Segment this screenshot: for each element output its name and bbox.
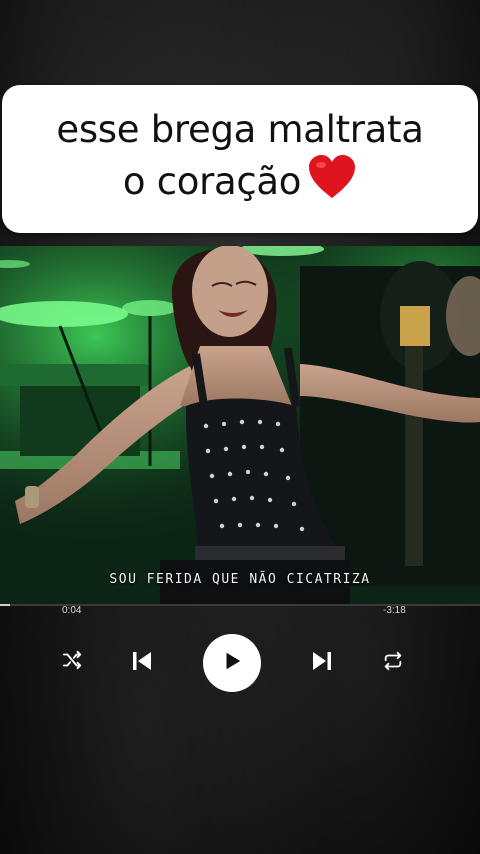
caption-line-2: o coração <box>122 160 302 203</box>
repeat-icon <box>382 650 404 676</box>
skip-next-icon <box>310 649 334 677</box>
player-controls <box>0 632 480 692</box>
caption-line-1: esse brega maltrata <box>56 108 424 151</box>
repeat-button[interactable] <box>380 650 406 676</box>
elapsed-time: 0:04 <box>62 605 82 616</box>
video-frame[interactable]: SOU FERIDA QUE NÃO CICATRIZA <box>0 246 480 604</box>
skip-previous-icon <box>130 649 154 677</box>
play-icon <box>221 650 243 676</box>
shuffle-button[interactable] <box>60 650 84 674</box>
next-button[interactable] <box>309 650 335 676</box>
lyric-subtitle: SOU FERIDA QUE NÃO CICATRIZA <box>109 572 371 587</box>
play-button[interactable] <box>203 634 261 692</box>
shuffle-icon <box>61 649 83 675</box>
caption-line-2-wrapper: o coração <box>123 154 357 212</box>
remaining-time: -3:18 <box>383 605 406 616</box>
previous-button[interactable] <box>129 650 155 676</box>
concert-scene-image <box>0 246 480 604</box>
heart-icon <box>307 154 357 212</box>
progress-fill <box>0 604 10 606</box>
caption-card: esse brega maltrata o coração <box>2 85 478 233</box>
